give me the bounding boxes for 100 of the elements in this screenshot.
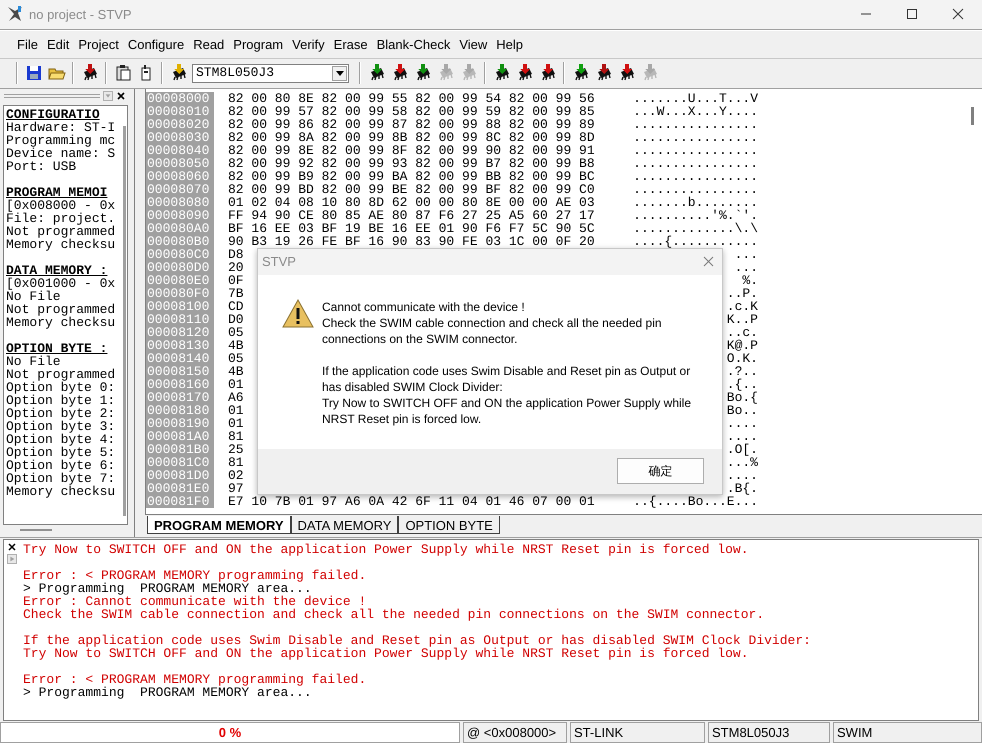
address-cell: 000081F0: [146, 494, 214, 508]
dropdown-arrow-icon: [336, 70, 344, 76]
info-line: Option byte 4:: [6, 432, 116, 446]
address-cell: 00008070: [146, 182, 214, 196]
info-line: Option byte 7:: [6, 472, 116, 485]
hex-bytes: 82 00 99 BD 82 00 99 BE 82 00 99 BF 82 00 99 C0: [228, 182, 595, 197]
device-dropdown[interactable]: STM8L050J3: [192, 64, 349, 83]
address-cell: 00008190: [146, 416, 214, 430]
info-line: Memory checksu: [6, 238, 116, 251]
menu-item[interactable]: Help: [492, 34, 528, 54]
address-cell: 00008060: [146, 170, 214, 183]
hex-bytes: A6: [228, 390, 244, 405]
ascii-text: .O[.: [726, 442, 758, 456]
scrollbar[interactable]: [20, 528, 52, 531]
info-line: Device name: S: [6, 146, 116, 160]
ok-button[interactable]: 确定: [617, 458, 704, 484]
info-line: Memory checksu: [6, 484, 116, 498]
menu-item[interactable]: Project: [74, 34, 123, 54]
hex-bytes: 82 00 99 8A 82 00 99 8B 82 00 99 8C 82 00 99 8D: [228, 130, 595, 145]
menu-item[interactable]: View: [455, 34, 492, 54]
menu-item[interactable]: Edit: [42, 34, 74, 54]
hex-bytes: 81: [228, 428, 244, 444]
log-line: > Programming PROGRAM MEMORY area...: [23, 686, 313, 700]
ascii-text: ................: [633, 144, 758, 157]
ascii-text: K..P: [726, 312, 758, 326]
ascii-text: Bo..: [726, 404, 758, 417]
menu-item[interactable]: Verify: [288, 34, 329, 54]
address-cell: 000081B0: [146, 442, 214, 456]
hex-bytes: 01: [228, 402, 244, 418]
ascii-text: ................: [633, 130, 758, 144]
menu-item[interactable]: Configure: [124, 34, 188, 54]
ascii-text: ....: [726, 416, 758, 430]
log-line: Error : < PROGRAM MEMORY programming failed.: [23, 673, 368, 686]
address-cell: 00008010: [146, 104, 214, 118]
scrollbar[interactable]: [971, 106, 974, 125]
ascii-text: .{..: [726, 378, 758, 391]
ascii-text: .............\.\: [633, 222, 758, 235]
tab[interactable]: PROGRAM MEMORY: [147, 516, 291, 534]
address-cell: 00008030: [146, 130, 214, 144]
address-cell: 000080B0: [146, 234, 214, 248]
menu-item[interactable]: Blank-Check: [372, 34, 454, 54]
address-cell: 000081A0: [146, 430, 214, 443]
hex-bytes: 01 02 04 08 10 80 8D 62 00 00 80 8E 00 00 AE 03: [228, 194, 595, 210]
info-line: Not programmed: [6, 368, 116, 381]
close-icon[interactable]: [952, 8, 964, 20]
section-heading: PROGRAM MEMOI: [6, 186, 108, 199]
info-line: Hardware: ST-I: [6, 120, 116, 134]
status-field: STM8L050J3: [708, 722, 830, 743]
ascii-text: .......b........: [633, 196, 758, 209]
tab[interactable]: OPTION BYTE: [398, 516, 500, 534]
address-cell: 00008170: [146, 390, 214, 404]
ascii-text: O.K.: [726, 352, 758, 365]
app-logo-icon: [6, 5, 24, 24]
hex-bytes: 4B: [228, 364, 244, 379]
log-line: Try Now to SWITCH OFF and ON the application Power Supply while NRST Reset pin is forced low.: [23, 543, 750, 556]
hex-bytes: CD: [228, 298, 244, 314]
hex-bytes: 05: [228, 324, 244, 340]
info-line: Not programmed: [6, 224, 116, 238]
ascii-text: ..........'%.`'.: [633, 208, 758, 222]
address-cell: 000081C0: [146, 456, 214, 469]
address-cell: 000080C0: [146, 248, 214, 261]
hex-bytes: 7B: [228, 286, 244, 301]
menu-item[interactable]: File: [13, 34, 42, 54]
menu-item[interactable]: Program: [229, 34, 288, 54]
hex-bytes: 97: [228, 480, 244, 496]
hex-bytes: FF 94 90 CE 80 85 AE 80 87 F6 27 25 A5 60 27 17: [228, 208, 595, 223]
ascii-text: ................: [633, 182, 758, 196]
address-cell: 00008100: [146, 300, 214, 313]
hex-bytes: 90 B3 19 26 FE BF 16 90 83 90 FE 03 1C 00 0F 20: [228, 234, 595, 249]
address-cell: 00008020: [146, 118, 214, 131]
scrollbar[interactable]: [123, 126, 126, 516]
log-line: Error : Cannot communicate with the device !: [23, 595, 366, 608]
log-line: Error : < PROGRAM MEMORY programming failed.: [23, 569, 368, 582]
menu-item[interactable]: Read: [189, 34, 228, 54]
info-line: Option byte 6:: [6, 458, 116, 472]
ascii-text: ...: [734, 260, 758, 274]
window-title: no project - STVP: [29, 6, 132, 24]
menu-item[interactable]: Erase: [330, 34, 372, 54]
info-line: Option byte 1:: [6, 394, 116, 407]
close-icon[interactable]: [6, 542, 16, 552]
maximize-icon[interactable]: [906, 8, 918, 20]
ascii-text: ................: [633, 156, 758, 170]
tab[interactable]: DATA MEMORY: [290, 516, 398, 534]
address-cell: 000080E0: [146, 274, 214, 287]
info-line: [0x001000 - 0x: [6, 276, 116, 290]
address-cell: 00008000: [146, 92, 214, 105]
hex-bytes: D8: [228, 246, 244, 262]
ascii-text: ................: [633, 118, 758, 131]
close-icon[interactable]: [116, 91, 126, 102]
address-cell: 00008150: [146, 364, 214, 378]
hex-bytes: 82 00 99 B9 82 00 99 BA 82 00 99 BB 82 00 99 BC: [228, 168, 595, 184]
info-line: Memory checksu: [6, 316, 116, 329]
address-cell: 00008050: [146, 156, 214, 170]
section-heading: DATA MEMORY :: [6, 264, 108, 277]
status-field: @ <0x008000>: [463, 722, 567, 743]
address-cell: 000080F0: [146, 286, 214, 300]
info-line: File: project.: [6, 212, 116, 225]
hex-bytes: 4B: [228, 338, 244, 353]
address-cell: 000081E0: [146, 482, 214, 495]
info-line: Option byte 3:: [6, 420, 116, 433]
